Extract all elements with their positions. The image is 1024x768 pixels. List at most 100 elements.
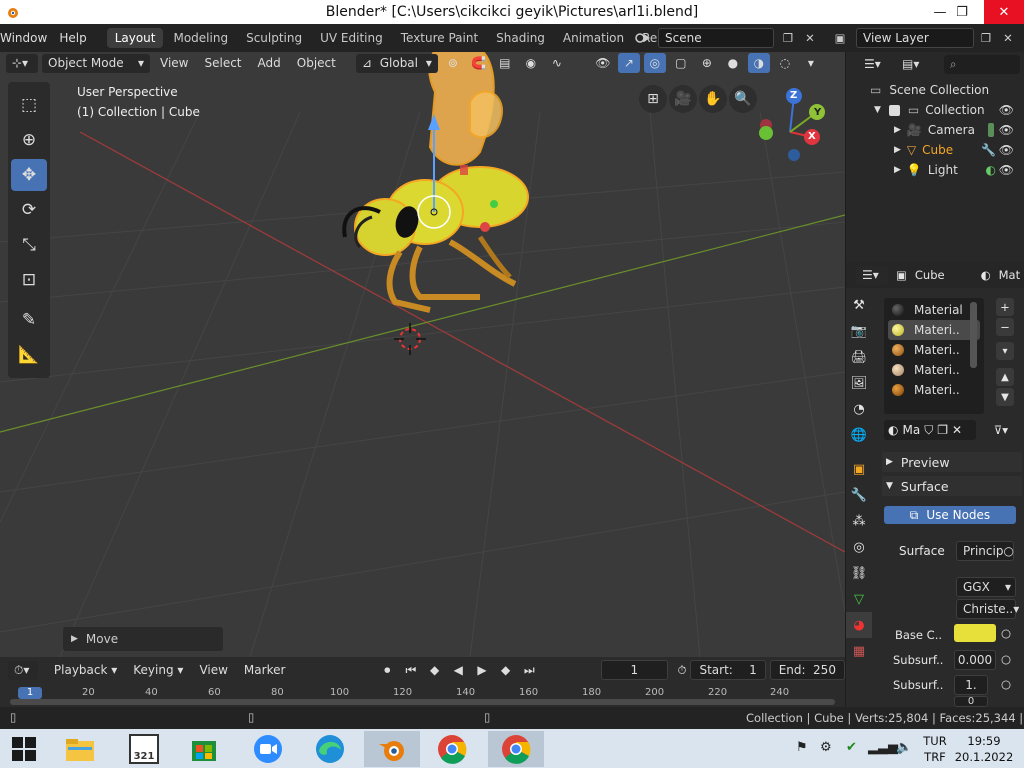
move-slot-up-button[interactable]: ▲ [996, 368, 1014, 386]
material-slot-list[interactable]: Material Materi.. Materi.. Materi.. Mate… [884, 298, 984, 414]
tool-settings-icon[interactable]: ⚒ [846, 292, 872, 318]
view-layer-tab-icon[interactable]: 🖼 [846, 370, 872, 396]
solid-shading-icon[interactable]: ● [722, 53, 744, 73]
link-mode-dropdown[interactable]: ⊽▾ [984, 420, 1018, 440]
snap-icon[interactable]: 🧲 [468, 53, 490, 73]
outliner-search-input[interactable]: ⌕ [944, 54, 1020, 74]
gizmo-toggle-icon[interactable]: ↗ [617, 53, 640, 73]
maximize-button[interactable]: ❐ [942, 0, 982, 24]
object-mode-dropdown[interactable]: Object Mode ▾ [42, 53, 150, 73]
settings-tray-icon[interactable]: ⚙ [820, 740, 832, 755]
timeline-ruler[interactable]: 1 20 40 60 80 100 120 140 160 180 200 22… [0, 687, 845, 699]
visibility-icon[interactable]: 👁 [592, 53, 614, 73]
material-specials-button[interactable]: ▾ [996, 342, 1014, 360]
properties-editor-type-icon[interactable]: ☰▾ [856, 265, 888, 285]
shading-options-icon[interactable]: ▾ [800, 53, 822, 73]
viewport-menu-select[interactable]: Select [198, 54, 247, 73]
wireframe-shading-icon[interactable]: ⊕ [696, 53, 718, 73]
jump-keyframe-forward-icon[interactable]: ◆ [496, 660, 516, 680]
3d-viewport[interactable]: Z X Y ⊹▾ Object Mode ▾ View Select Add Ob… [0, 52, 845, 657]
node-socket-icon[interactable]: ○ [1001, 626, 1011, 640]
clock[interactable]: 19:59 20.1.2022 [952, 733, 1016, 765]
chrome-browser-icon[interactable] [428, 731, 476, 767]
scene-icon[interactable] [632, 28, 654, 48]
timeline-menu-marker[interactable]: Marker [238, 661, 291, 680]
outliner-item-camera[interactable]: ▶ 🎥 Camera 👁 [846, 120, 1024, 140]
particles-icon[interactable]: ⁂ [846, 508, 872, 534]
modifiers-icon[interactable]: 🔧 [846, 482, 872, 508]
subsurface-radius-field[interactable]: 1. [954, 675, 988, 695]
timeline-menu-keying[interactable]: Keying ▾ [127, 661, 189, 680]
language-indicator[interactable]: TUR TRF [918, 733, 952, 765]
material-preview-icon[interactable]: ◑ [747, 53, 770, 73]
world-icon[interactable]: 🌐 [846, 422, 872, 448]
last-operator-panel[interactable]: ▶ Move [63, 627, 223, 651]
timeline-scrollbar[interactable] [10, 699, 835, 705]
eye-icon[interactable]: 👁 [999, 123, 1014, 137]
expand-arrow-icon[interactable]: ▼ [874, 105, 881, 115]
physics-icon[interactable]: ◎ [846, 534, 872, 560]
camera-icon[interactable]: 🎥 [669, 85, 697, 113]
eye-icon[interactable]: 👁 [999, 163, 1014, 177]
surface-panel-header[interactable]: ▼ Surface [882, 476, 1022, 496]
pan-hand-icon[interactable]: ✋ [699, 85, 727, 113]
toggle-camera-view-icon[interactable]: ⊞ [639, 85, 667, 113]
duplicate-material-icon[interactable]: ❐ [937, 423, 948, 437]
outliner-item-light[interactable]: ▶ 💡 Light ◐ 👁 [846, 160, 1024, 180]
scene-tab-icon[interactable]: ◔ [846, 396, 872, 422]
chrome-browser-icon-2[interactable] [488, 731, 544, 767]
add-material-slot-button[interactable]: + [996, 298, 1014, 316]
menu-window[interactable]: Window [0, 31, 53, 45]
move-tool-icon[interactable]: ✥ [11, 159, 47, 191]
falloff-icon[interactable]: ∿ [546, 53, 568, 73]
node-socket-icon[interactable]: ○ [1001, 677, 1011, 691]
subsurface-radius-field-2[interactable]: 0 [954, 696, 988, 707]
snap-target-icon[interactable]: ▤ [494, 53, 516, 73]
preview-panel-header[interactable]: ▶ Preview [882, 452, 1022, 472]
material-slot[interactable]: Materi.. [888, 340, 980, 360]
zoom-icon[interactable]: 🔍 [729, 85, 757, 113]
start-button[interactable] [0, 731, 48, 767]
base-color-swatch[interactable] [954, 624, 996, 642]
scene-delete-icon[interactable]: ✕ [800, 28, 820, 48]
current-frame-field[interactable]: 1 [601, 660, 668, 680]
pivot-point-icon[interactable]: ⊚ [442, 53, 464, 73]
network-icon[interactable]: ▂▃▅ [868, 740, 898, 755]
viewport-menu-object[interactable]: Object [291, 54, 342, 73]
material-slot[interactable]: Materi.. [888, 320, 980, 340]
play-icon[interactable]: ▶ [472, 660, 492, 680]
distribution-dropdown[interactable]: GGX ▾ [956, 577, 1016, 597]
timeline-menu-playback[interactable]: Playback ▾ [48, 661, 123, 680]
playhead[interactable]: 1 [18, 687, 42, 699]
view-layer-copy-icon[interactable]: ❐ [976, 28, 996, 48]
texture-tab-icon[interactable]: ▦ [846, 638, 872, 664]
expand-arrow-icon[interactable]: ▶ [894, 145, 901, 155]
outliner-scene-collection[interactable]: ▭ Scene Collection [846, 80, 1024, 100]
select-box-icon[interactable]: ⬚ [11, 89, 47, 121]
use-nodes-button[interactable]: ⧉ Use Nodes [884, 506, 1016, 524]
blender-taskbar-icon[interactable] [364, 731, 420, 767]
gizmo-x-label[interactable]: X [808, 131, 816, 142]
proportional-editing-icon[interactable]: ◉ [520, 53, 542, 73]
scene-copy-icon[interactable]: ❐ [778, 28, 798, 48]
view-layer-icon[interactable]: ▣ [828, 28, 852, 48]
material-slot[interactable]: Materi.. [888, 380, 980, 400]
security-tray-icon[interactable]: ✔ [846, 740, 857, 755]
zoom-app-icon[interactable] [244, 731, 292, 767]
tab-shading[interactable]: Shading [488, 28, 553, 48]
material-list-scrollbar[interactable] [970, 302, 977, 368]
material-tab-icon[interactable]: ◕ [846, 612, 872, 638]
node-socket-icon[interactable]: ○ [1001, 652, 1011, 666]
expand-arrow-icon[interactable]: ▶ [894, 125, 901, 135]
jump-start-icon[interactable]: ⏮ [401, 660, 421, 680]
transform-tool-icon[interactable]: ⊡ [11, 264, 47, 296]
constraints-icon[interactable]: ⛓ [846, 560, 872, 586]
expand-arrow-icon[interactable]: ▶ [894, 165, 901, 175]
tab-sculpting[interactable]: Sculpting [238, 28, 310, 48]
view-layer-delete-icon[interactable]: ✕ [998, 28, 1018, 48]
menu-help[interactable]: Help [53, 31, 92, 45]
display-mode-icon[interactable]: ▤▾ [896, 54, 928, 74]
tab-texture-paint[interactable]: Texture Paint [393, 28, 486, 48]
record-icon[interactable]: ⏺ [377, 660, 397, 680]
scene-field[interactable]: Scene [658, 28, 774, 48]
